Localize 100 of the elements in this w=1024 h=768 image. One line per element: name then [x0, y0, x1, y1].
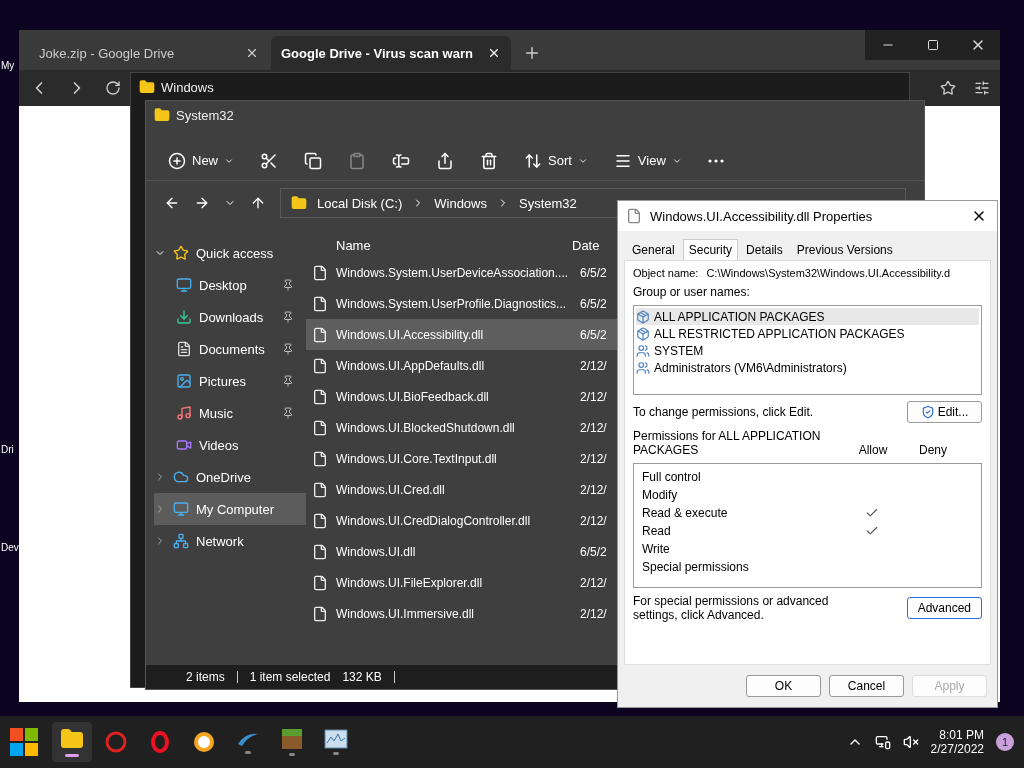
edit-button[interactable]: Edit... — [907, 401, 982, 423]
browser-tab[interactable]: Joke.zip - Google Drive — [29, 36, 269, 70]
sidebar-item[interactable]: Videos — [154, 429, 306, 461]
column-header: Deny — [918, 443, 948, 457]
sidebar-item[interactable]: Network — [154, 525, 306, 557]
file-icon — [312, 326, 328, 343]
bookmark-star-icon[interactable] — [940, 80, 956, 96]
clock[interactable]: 8:01 PM 2/27/2022 — [930, 728, 984, 756]
sidebar-item[interactable]: Documents — [154, 333, 306, 365]
music-icon — [176, 405, 192, 421]
maximize-icon — [926, 39, 939, 51]
window-title: System32 — [176, 107, 234, 123]
column-header: Allow — [857, 443, 889, 457]
dialog-button[interactable]: Cancel — [829, 675, 904, 697]
file-icon — [312, 264, 328, 281]
field-label: Group or user names: — [633, 285, 751, 299]
file-icon — [312, 512, 328, 529]
file-icon — [312, 605, 328, 622]
sidebar-item[interactable]: My Computer — [154, 493, 306, 525]
package-icon — [636, 326, 650, 341]
sidebar-item[interactable]: Quick access — [154, 237, 306, 269]
start-logo-icon[interactable] — [8, 726, 40, 758]
share-icon — [436, 151, 454, 170]
folder-icon — [139, 79, 155, 95]
file-icon — [312, 574, 328, 591]
status-text: 2 items — [186, 670, 225, 684]
ring-icon — [105, 731, 127, 753]
permission-name: Read & execute — [642, 506, 729, 520]
dialog-tab[interactable]: Details — [740, 239, 789, 260]
view-button[interactable]: View — [611, 149, 684, 172]
permissions-label: Permissions for ALL APPLICATION PACKAGES — [633, 429, 822, 457]
status-text: 1 item selected — [249, 670, 331, 684]
dialog-tab[interactable]: Security — [682, 239, 739, 260]
new-button[interactable]: New — [166, 149, 236, 172]
sidebar-item[interactable]: Pictures — [154, 365, 306, 397]
column-header[interactable]: Date — [572, 237, 600, 253]
permission-name: Special permissions — [642, 560, 750, 574]
reload-icon[interactable] — [105, 80, 121, 96]
check-icon — [865, 506, 879, 520]
permission-name: Write — [642, 542, 671, 556]
dialog-tab[interactable]: Previous Versions — [790, 239, 899, 260]
file-icon — [312, 450, 328, 467]
sidebar-item[interactable]: Desktop — [154, 269, 306, 301]
breadcrumb-item[interactable]: System32 — [519, 195, 577, 211]
permission-name: Full control — [642, 470, 702, 484]
file-icon — [312, 481, 328, 498]
plus-circle-icon — [168, 151, 186, 170]
status-text: 132 KB — [342, 670, 382, 684]
dialog-button[interactable]: OK — [746, 675, 821, 697]
muted-speaker-icon[interactable] — [902, 734, 919, 750]
close-icon[interactable] — [245, 46, 259, 60]
close-icon[interactable] — [487, 46, 501, 60]
desktop-icon — [176, 277, 192, 293]
network-icon — [173, 533, 189, 549]
permission-name: Modify — [642, 488, 679, 502]
chart-window-icon — [324, 729, 348, 749]
sidebar-item[interactable]: Music — [154, 397, 306, 429]
breadcrumb-item[interactable]: Local Disk (C:) — [317, 195, 403, 211]
cloud-icon — [173, 469, 189, 485]
up-icon[interactable] — [250, 195, 266, 211]
back-icon[interactable] — [164, 195, 180, 211]
sidebar-item[interactable]: OneDrive — [154, 461, 306, 493]
settings-icon[interactable] — [974, 80, 990, 96]
object-name-value: C:\Windows\System32\Windows.UI.Accessibility.d — [706, 267, 951, 279]
file-icon — [312, 295, 328, 312]
downloads-icon — [176, 309, 192, 325]
group-item[interactable]: Administrators (VM6\Administrators) — [636, 359, 979, 376]
trash-icon — [480, 151, 498, 170]
new-tab-icon[interactable] — [523, 44, 541, 62]
sort-icon — [524, 151, 542, 170]
group-item[interactable]: ALL APPLICATION PACKAGES — [636, 308, 979, 325]
desktop-icon-label[interactable]: Dri — [1, 444, 14, 455]
sort-button[interactable]: Sort — [522, 149, 590, 172]
desktop-icon-label[interactable]: My — [1, 60, 15, 71]
browser-tab[interactable]: Google Drive - Virus scan warn — [271, 36, 511, 70]
taskbar-app[interactable] — [52, 722, 92, 762]
permission-name: Read — [642, 524, 672, 538]
breadcrumb-item[interactable]: Windows — [434, 195, 487, 211]
network-icon[interactable] — [874, 734, 891, 750]
ring-icon — [150, 731, 170, 753]
sidebar-item[interactable]: Downloads — [154, 301, 306, 333]
dialog-tab[interactable]: General — [626, 239, 681, 260]
computer-icon — [173, 501, 189, 517]
hint-text: For special permissions or advanced settings, click Advanced. — [633, 594, 830, 622]
folder-icon — [291, 195, 307, 211]
file-icon — [312, 357, 328, 374]
videos-icon — [176, 437, 192, 453]
copy-icon — [304, 151, 322, 170]
shield-icon — [920, 405, 935, 419]
check-icon — [865, 524, 879, 538]
advanced-button[interactable]: Advanced — [906, 597, 982, 619]
package-icon — [636, 309, 650, 324]
column-header[interactable]: Name — [322, 237, 558, 253]
file-icon — [312, 388, 328, 405]
forward-icon[interactable] — [194, 195, 210, 211]
star-icon — [173, 245, 189, 261]
clipboard-icon — [348, 151, 366, 170]
notification-badge[interactable]: 1 — [996, 733, 1014, 751]
more-icon — [707, 158, 724, 163]
desktop-icon-label[interactable]: Dev — [1, 542, 19, 553]
